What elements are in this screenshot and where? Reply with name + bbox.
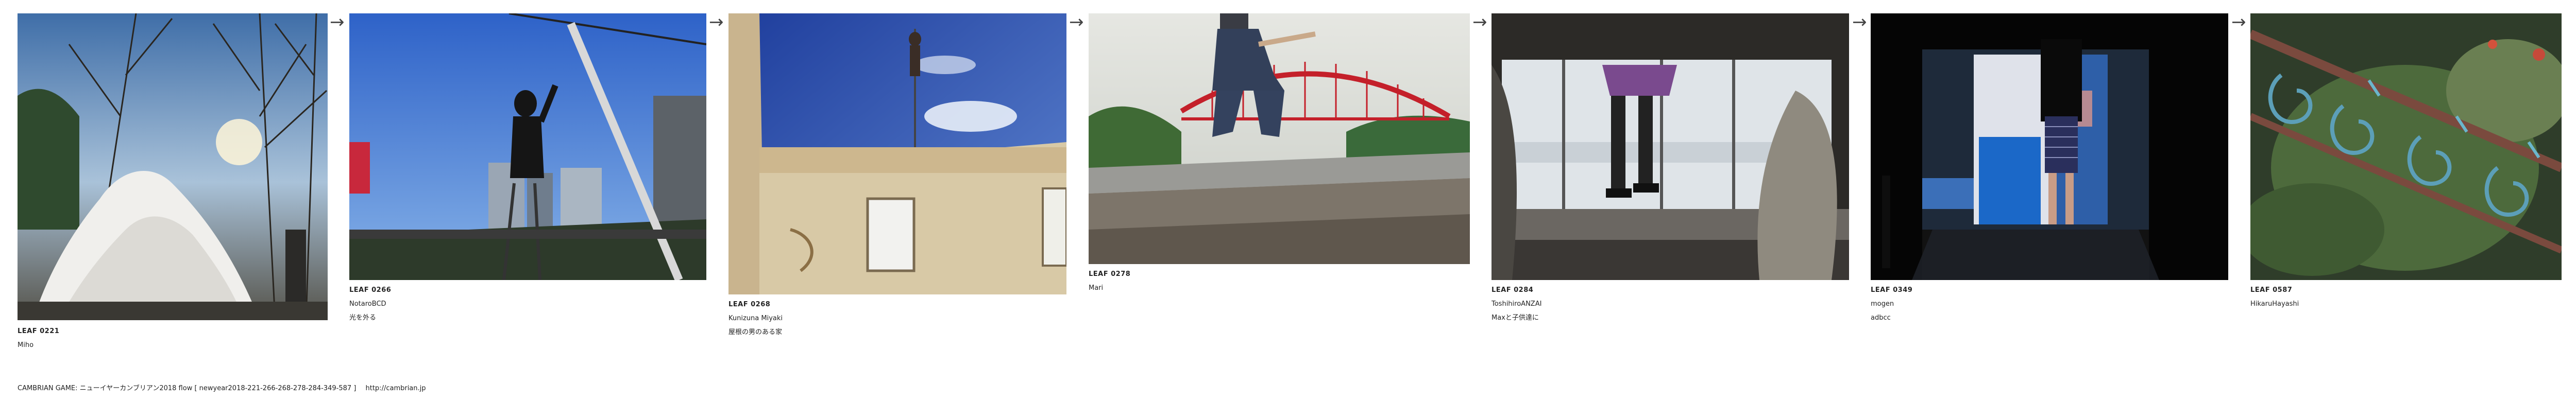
leaf-title: 光を外る bbox=[349, 314, 377, 322]
leaf-photo[interactable] bbox=[349, 13, 706, 280]
leaf-caption: LEAF 0349 mogen adbcc bbox=[1871, 283, 1912, 325]
leaf-id[interactable]: LEAF 0266 bbox=[349, 283, 391, 297]
leaf-author: ToshihiroANZAI bbox=[1492, 300, 1542, 308]
leaf-id[interactable]: LEAF 0349 bbox=[1871, 283, 1912, 297]
leaf-author: mogen bbox=[1871, 300, 1894, 308]
train-photo-image bbox=[1492, 13, 1849, 280]
footer-site-link[interactable]: http://cambrian.jp bbox=[366, 385, 426, 392]
leaf-photo[interactable] bbox=[1492, 13, 1849, 280]
leaf-author: Kunizuna Miyaki bbox=[728, 315, 783, 322]
railing-photo-image bbox=[2250, 13, 2562, 280]
ladder-photo-image bbox=[349, 13, 706, 280]
leaf-caption: LEAF 0266 NotaroBCD 光を外る bbox=[349, 283, 391, 325]
leaf-caption: LEAF 0268 Kunizuna Miyaki 屋根の男のある家 bbox=[728, 298, 783, 339]
leaf-caption: LEAF 0587 HikaruHayashi bbox=[2250, 283, 2299, 311]
leaf-caption: LEAF 0284 ToshihiroANZAI Maxと子供達に bbox=[1492, 283, 1541, 325]
leaf-photo[interactable] bbox=[1089, 13, 1470, 264]
leaf-title: Maxと子供達に bbox=[1492, 314, 1539, 322]
projection-photo-image bbox=[1871, 13, 2228, 280]
leaf-id[interactable]: LEAF 0268 bbox=[728, 298, 783, 311]
leaf-photo[interactable] bbox=[18, 13, 328, 320]
leaf-caption: LEAF 0221 Miho bbox=[18, 324, 59, 352]
leaf-id[interactable]: LEAF 0221 bbox=[18, 324, 59, 338]
leaf-photo[interactable] bbox=[1871, 13, 2228, 280]
house-photo-image bbox=[728, 13, 1066, 294]
leaf-id[interactable]: LEAF 0587 bbox=[2250, 283, 2299, 297]
arrow-right-icon: → bbox=[1472, 12, 1487, 32]
arrow-right-icon: → bbox=[2231, 12, 2246, 32]
leaf-caption: LEAF 0278 Mari bbox=[1089, 267, 1130, 295]
leaf-photo[interactable] bbox=[2250, 13, 2562, 280]
bridge-photo-image bbox=[1089, 13, 1470, 264]
leaf-title: 屋根の男のある家 bbox=[728, 328, 783, 336]
leaf-id[interactable]: LEAF 0284 bbox=[1492, 283, 1541, 297]
footer: CAMBRIAN GAME: ニューイヤーカンブリアン2018 flow [ n… bbox=[18, 382, 426, 392]
footer-flow-text: CAMBRIAN GAME: ニューイヤーカンブリアン2018 flow [ n… bbox=[18, 385, 357, 392]
arrow-right-icon: → bbox=[330, 12, 345, 32]
arrow-right-icon: → bbox=[1852, 12, 1867, 32]
leaf-author: Mari bbox=[1089, 284, 1104, 292]
leaf-author: Miho bbox=[18, 341, 34, 349]
leaf-author: NotaroBCD bbox=[349, 300, 386, 308]
leaf-id[interactable]: LEAF 0278 bbox=[1089, 267, 1130, 281]
leaf-title: adbcc bbox=[1871, 314, 1891, 322]
tree-photo-image bbox=[18, 13, 328, 320]
leaf-author: HikaruHayashi bbox=[2250, 300, 2299, 308]
arrow-right-icon: → bbox=[709, 12, 724, 32]
leaf-photo[interactable] bbox=[728, 13, 1066, 294]
arrow-right-icon: → bbox=[1069, 12, 1084, 32]
